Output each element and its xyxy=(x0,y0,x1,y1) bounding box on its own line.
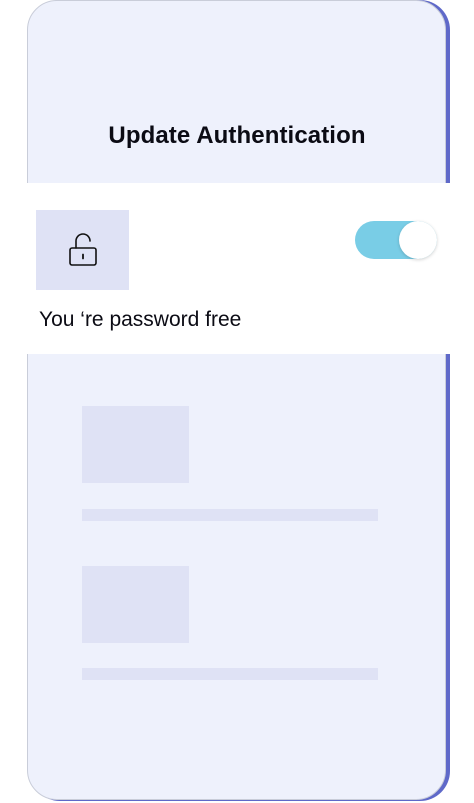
placeholder-line-1 xyxy=(82,509,378,521)
illustration-canvas: Update Authentication You ‘re password f… xyxy=(0,0,474,803)
placeholder-line-2 xyxy=(82,668,378,680)
placeholder-image-1 xyxy=(82,406,189,483)
authentication-card: You ‘re password free xyxy=(27,183,474,354)
placeholder-image-2 xyxy=(82,566,189,643)
password-free-toggle[interactable] xyxy=(355,221,437,259)
lock-icon-tile xyxy=(36,210,129,290)
toggle-knob xyxy=(399,221,437,259)
status-text: You ‘re password free xyxy=(39,308,242,331)
page-title: Update Authentication xyxy=(108,122,366,149)
phone-frame xyxy=(27,0,446,800)
unlocked-padlock-icon xyxy=(69,233,97,266)
